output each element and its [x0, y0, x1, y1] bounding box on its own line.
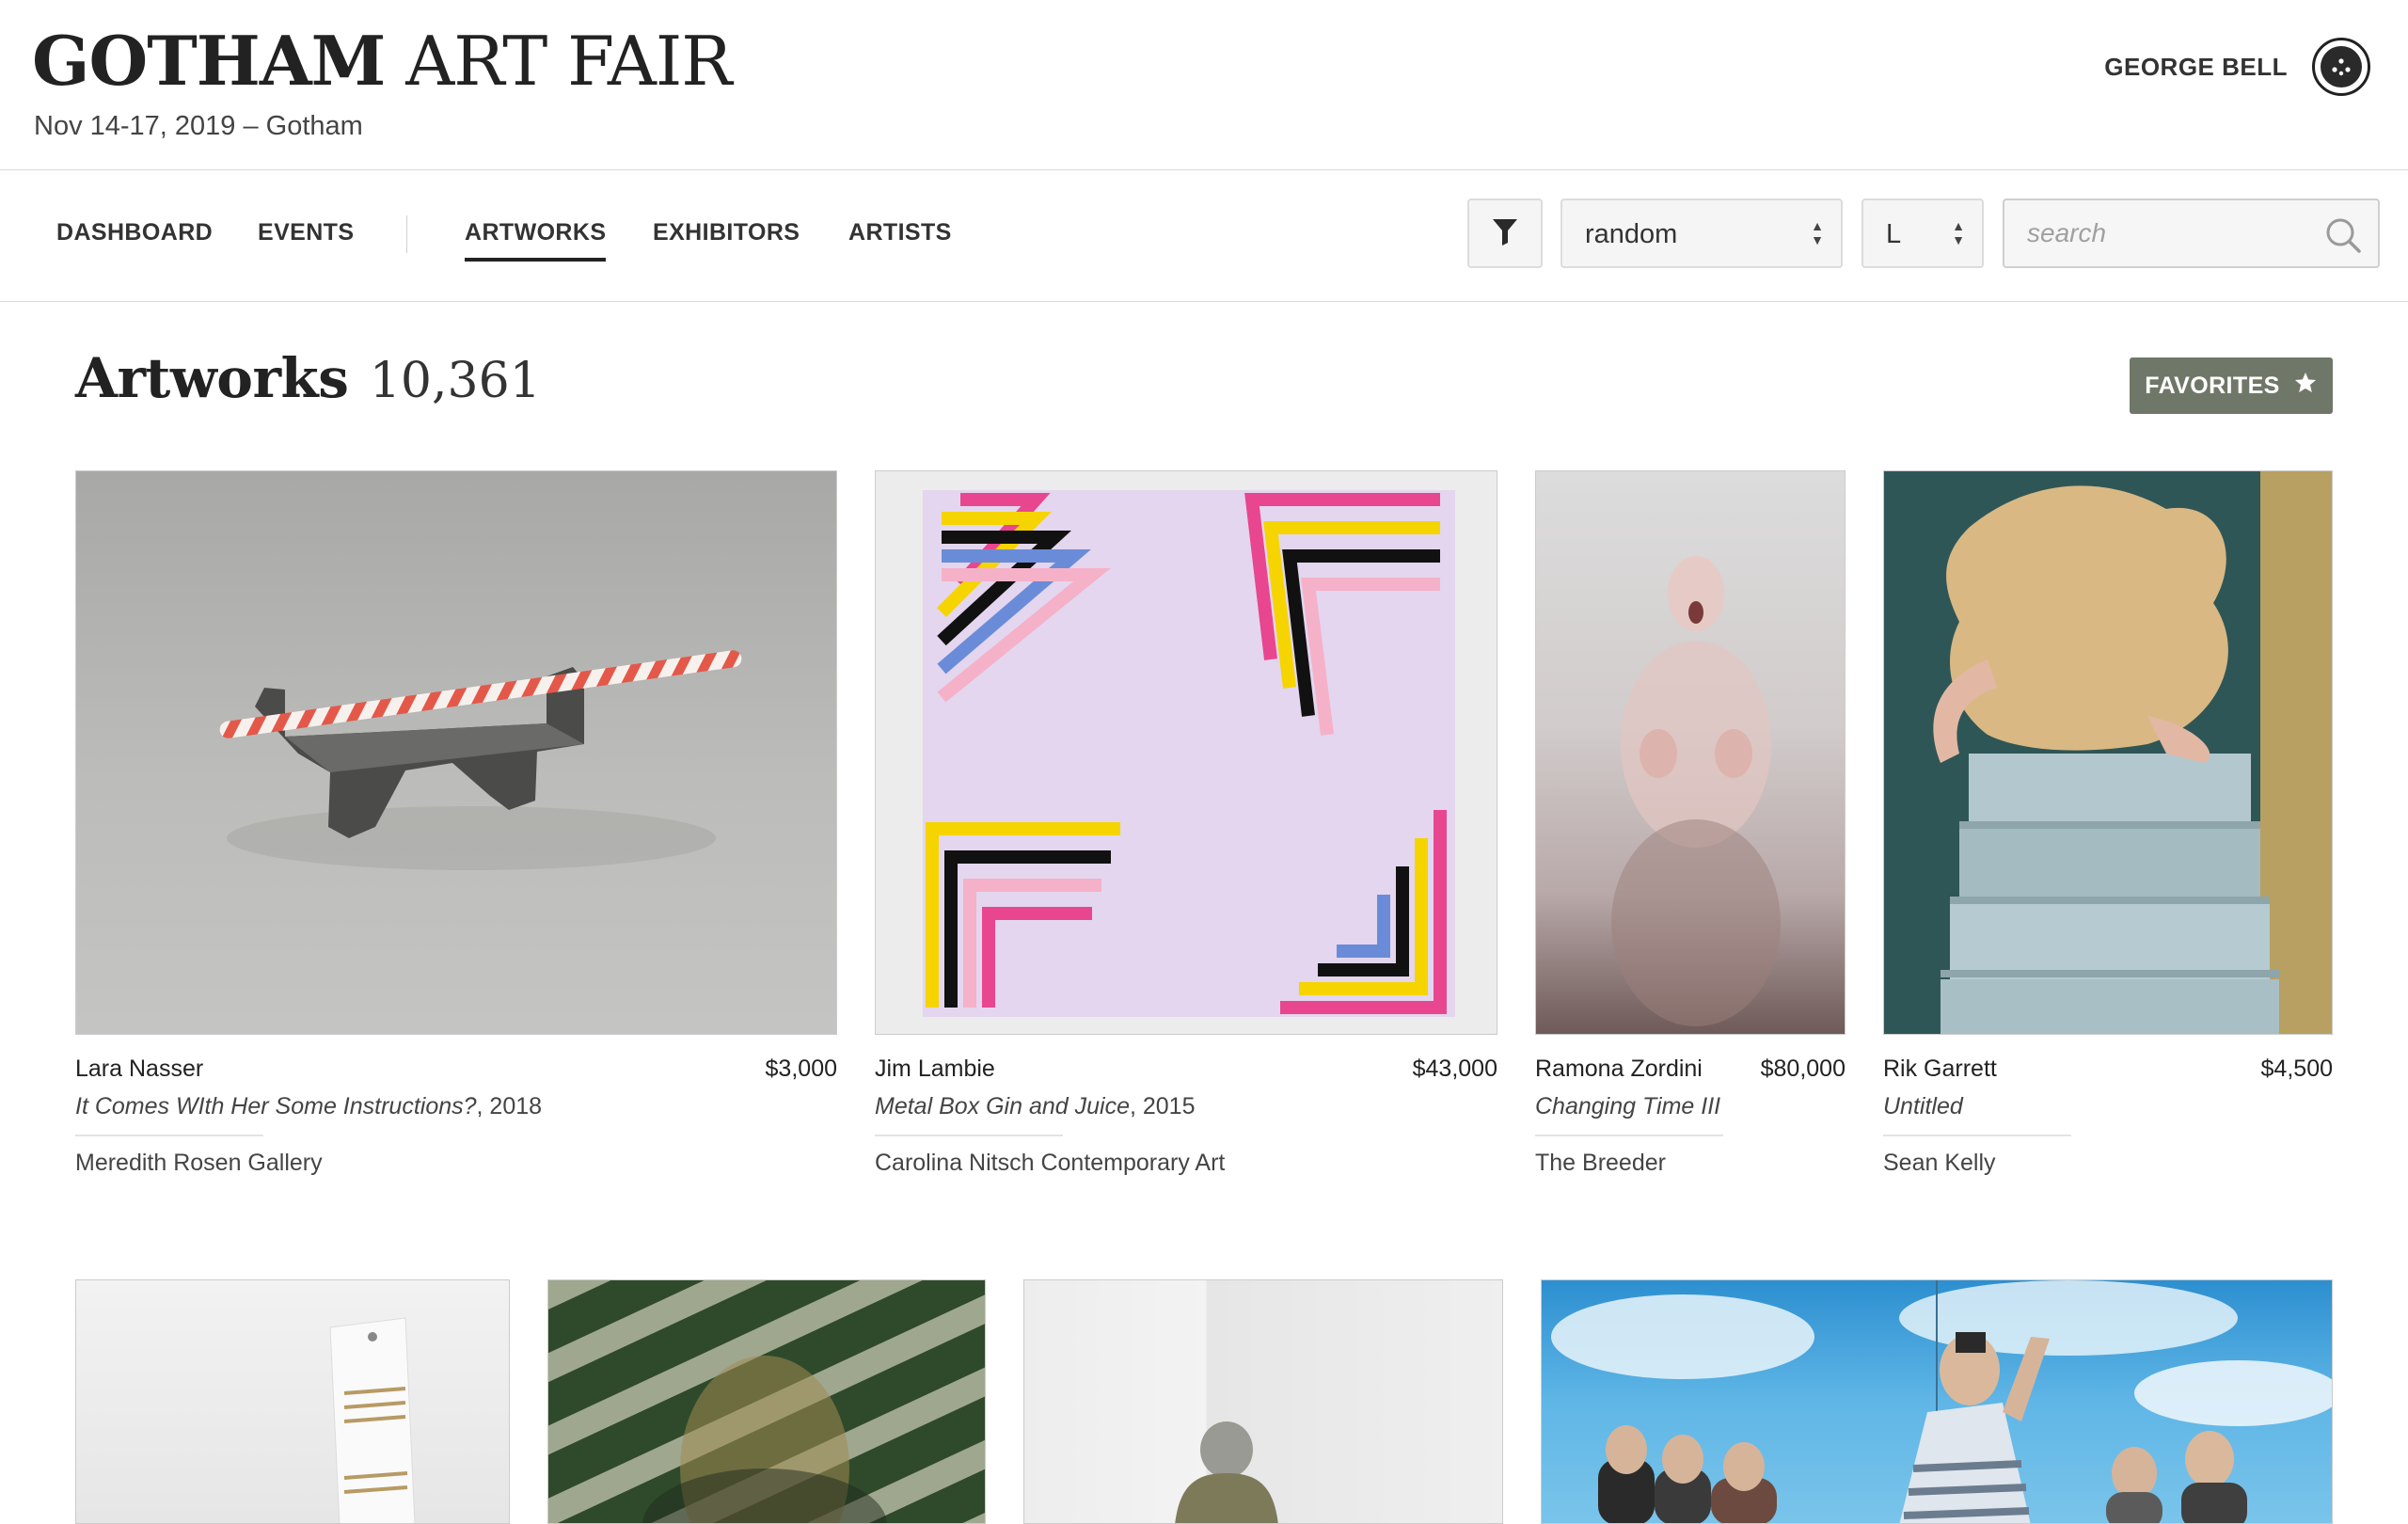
sort-select[interactable]: random ▲ ▼	[1560, 198, 1843, 268]
artwork-artist[interactable]: Jim Lambie	[875, 1056, 995, 1083]
artwork-gallery[interactable]: The Breeder	[1535, 1150, 1666, 1177]
select-arrows-icon: ▲ ▼	[1952, 218, 1965, 247]
artwork-image[interactable]	[75, 470, 837, 1035]
artwork-image[interactable]	[1883, 470, 2333, 1035]
artwork-gallery[interactable]: Meredith Rosen Gallery	[75, 1150, 323, 1177]
size-value: L	[1886, 219, 1902, 249]
artwork-image[interactable]	[1535, 470, 1846, 1035]
artwork-price: $80,000	[1760, 1056, 1846, 1082]
artwork-price: $3,000	[765, 1056, 837, 1082]
artwork-price: $43,000	[1412, 1056, 1497, 1082]
artwork-image[interactable]	[1023, 1279, 1503, 1524]
avatar[interactable]	[2312, 38, 2370, 96]
artwork-image[interactable]	[875, 470, 1497, 1035]
star-icon	[2293, 371, 2318, 402]
artwork-gallery[interactable]: Sean Kelly	[1883, 1150, 1996, 1177]
artwork-card[interactable]	[547, 1279, 986, 1524]
artwork-title: Metal Box Gin and Juice, 2015	[875, 1093, 1196, 1120]
user-name[interactable]: GEORGE BELL	[2104, 53, 2288, 82]
artwork-image[interactable]	[547, 1279, 986, 1524]
search-icon[interactable]	[2323, 215, 2363, 260]
artwork-card[interactable]	[1541, 1279, 2333, 1524]
card-divider	[1883, 1135, 2071, 1136]
artwork-artist[interactable]: Rik Garrett	[1883, 1056, 1997, 1083]
sort-value: random	[1585, 219, 1678, 249]
artwork-image[interactable]	[1541, 1279, 2333, 1524]
artwork-card[interactable]: Rik Garrett $4,500 Untitled Sean Kelly	[1883, 470, 2333, 1185]
event-dates: Nov 14-17, 2019 – Gotham	[34, 111, 363, 141]
artwork-gallery[interactable]: Carolina Nitsch Contemporary Art	[875, 1150, 1225, 1177]
artwork-count: 10,361	[369, 353, 541, 409]
nav-events[interactable]: EVENTS	[258, 219, 354, 246]
page-header: Artworks 10,361	[75, 346, 541, 410]
artwork-card[interactable]: Ramona Zordini $80,000 Changing Time III…	[1535, 470, 1846, 1185]
artwork-price: $4,500	[2260, 1056, 2333, 1082]
user-menu[interactable]: GEORGE BELL	[2104, 36, 2370, 98]
artwork-title: Changing Time III	[1535, 1093, 1720, 1120]
search-input[interactable]	[2004, 200, 2328, 266]
artwork-card[interactable]: Jim Lambie $43,000 Metal Box Gin and Jui…	[875, 470, 1497, 1185]
site-logo[interactable]: GOTHAM ART FAIR	[32, 21, 732, 101]
logo-primary-text: GOTHAM	[32, 21, 386, 101]
artwork-artist[interactable]: Lara Nasser	[75, 1056, 203, 1083]
artwork-image[interactable]	[75, 1279, 510, 1524]
nav-divider	[0, 301, 2408, 302]
filter-icon	[1491, 216, 1519, 251]
search-box[interactable]	[2003, 198, 2380, 268]
favorites-button[interactable]: FAVORITES	[2130, 357, 2333, 414]
nav-separator	[406, 215, 407, 253]
artwork-year: , 2018	[476, 1093, 543, 1119]
avatar-icon	[2321, 46, 2362, 87]
artwork-year: , 2015	[1129, 1093, 1196, 1119]
nav-dashboard[interactable]: DASHBOARD	[56, 219, 213, 246]
select-arrows-icon: ▲ ▼	[1811, 218, 1824, 247]
size-select[interactable]: L ▲ ▼	[1861, 198, 1984, 268]
card-divider	[875, 1135, 1063, 1136]
artwork-card[interactable]: Lara Nasser $3,000 It Comes WIth Her Som…	[75, 470, 837, 1185]
card-divider	[75, 1135, 263, 1136]
card-divider	[1535, 1135, 1723, 1136]
artwork-title-text: Untitled	[1883, 1093, 1963, 1119]
nav-artists[interactable]: ARTISTS	[848, 219, 952, 246]
artwork-title: Untitled	[1883, 1093, 1963, 1120]
logo-secondary-text: ART FAIR	[405, 22, 732, 101]
nav-artworks[interactable]: ARTWORKS	[465, 219, 607, 262]
page-title: Artworks	[75, 346, 349, 410]
favorites-label: FAVORITES	[2145, 372, 2280, 399]
artwork-card[interactable]	[1023, 1279, 1503, 1524]
artwork-card[interactable]	[75, 1279, 510, 1524]
artwork-title-text: Metal Box Gin and Juice	[875, 1093, 1130, 1119]
filter-button[interactable]	[1467, 198, 1543, 268]
artwork-artist[interactable]: Ramona Zordini	[1535, 1056, 1703, 1083]
artwork-title-text: Changing Time III	[1535, 1093, 1721, 1119]
nav-exhibitors[interactable]: EXHIBITORS	[653, 219, 800, 246]
artwork-title-text: It Comes WIth Her Some Instructions?	[75, 1093, 477, 1119]
artwork-title: It Comes WIth Her Some Instructions?, 20…	[75, 1093, 542, 1120]
